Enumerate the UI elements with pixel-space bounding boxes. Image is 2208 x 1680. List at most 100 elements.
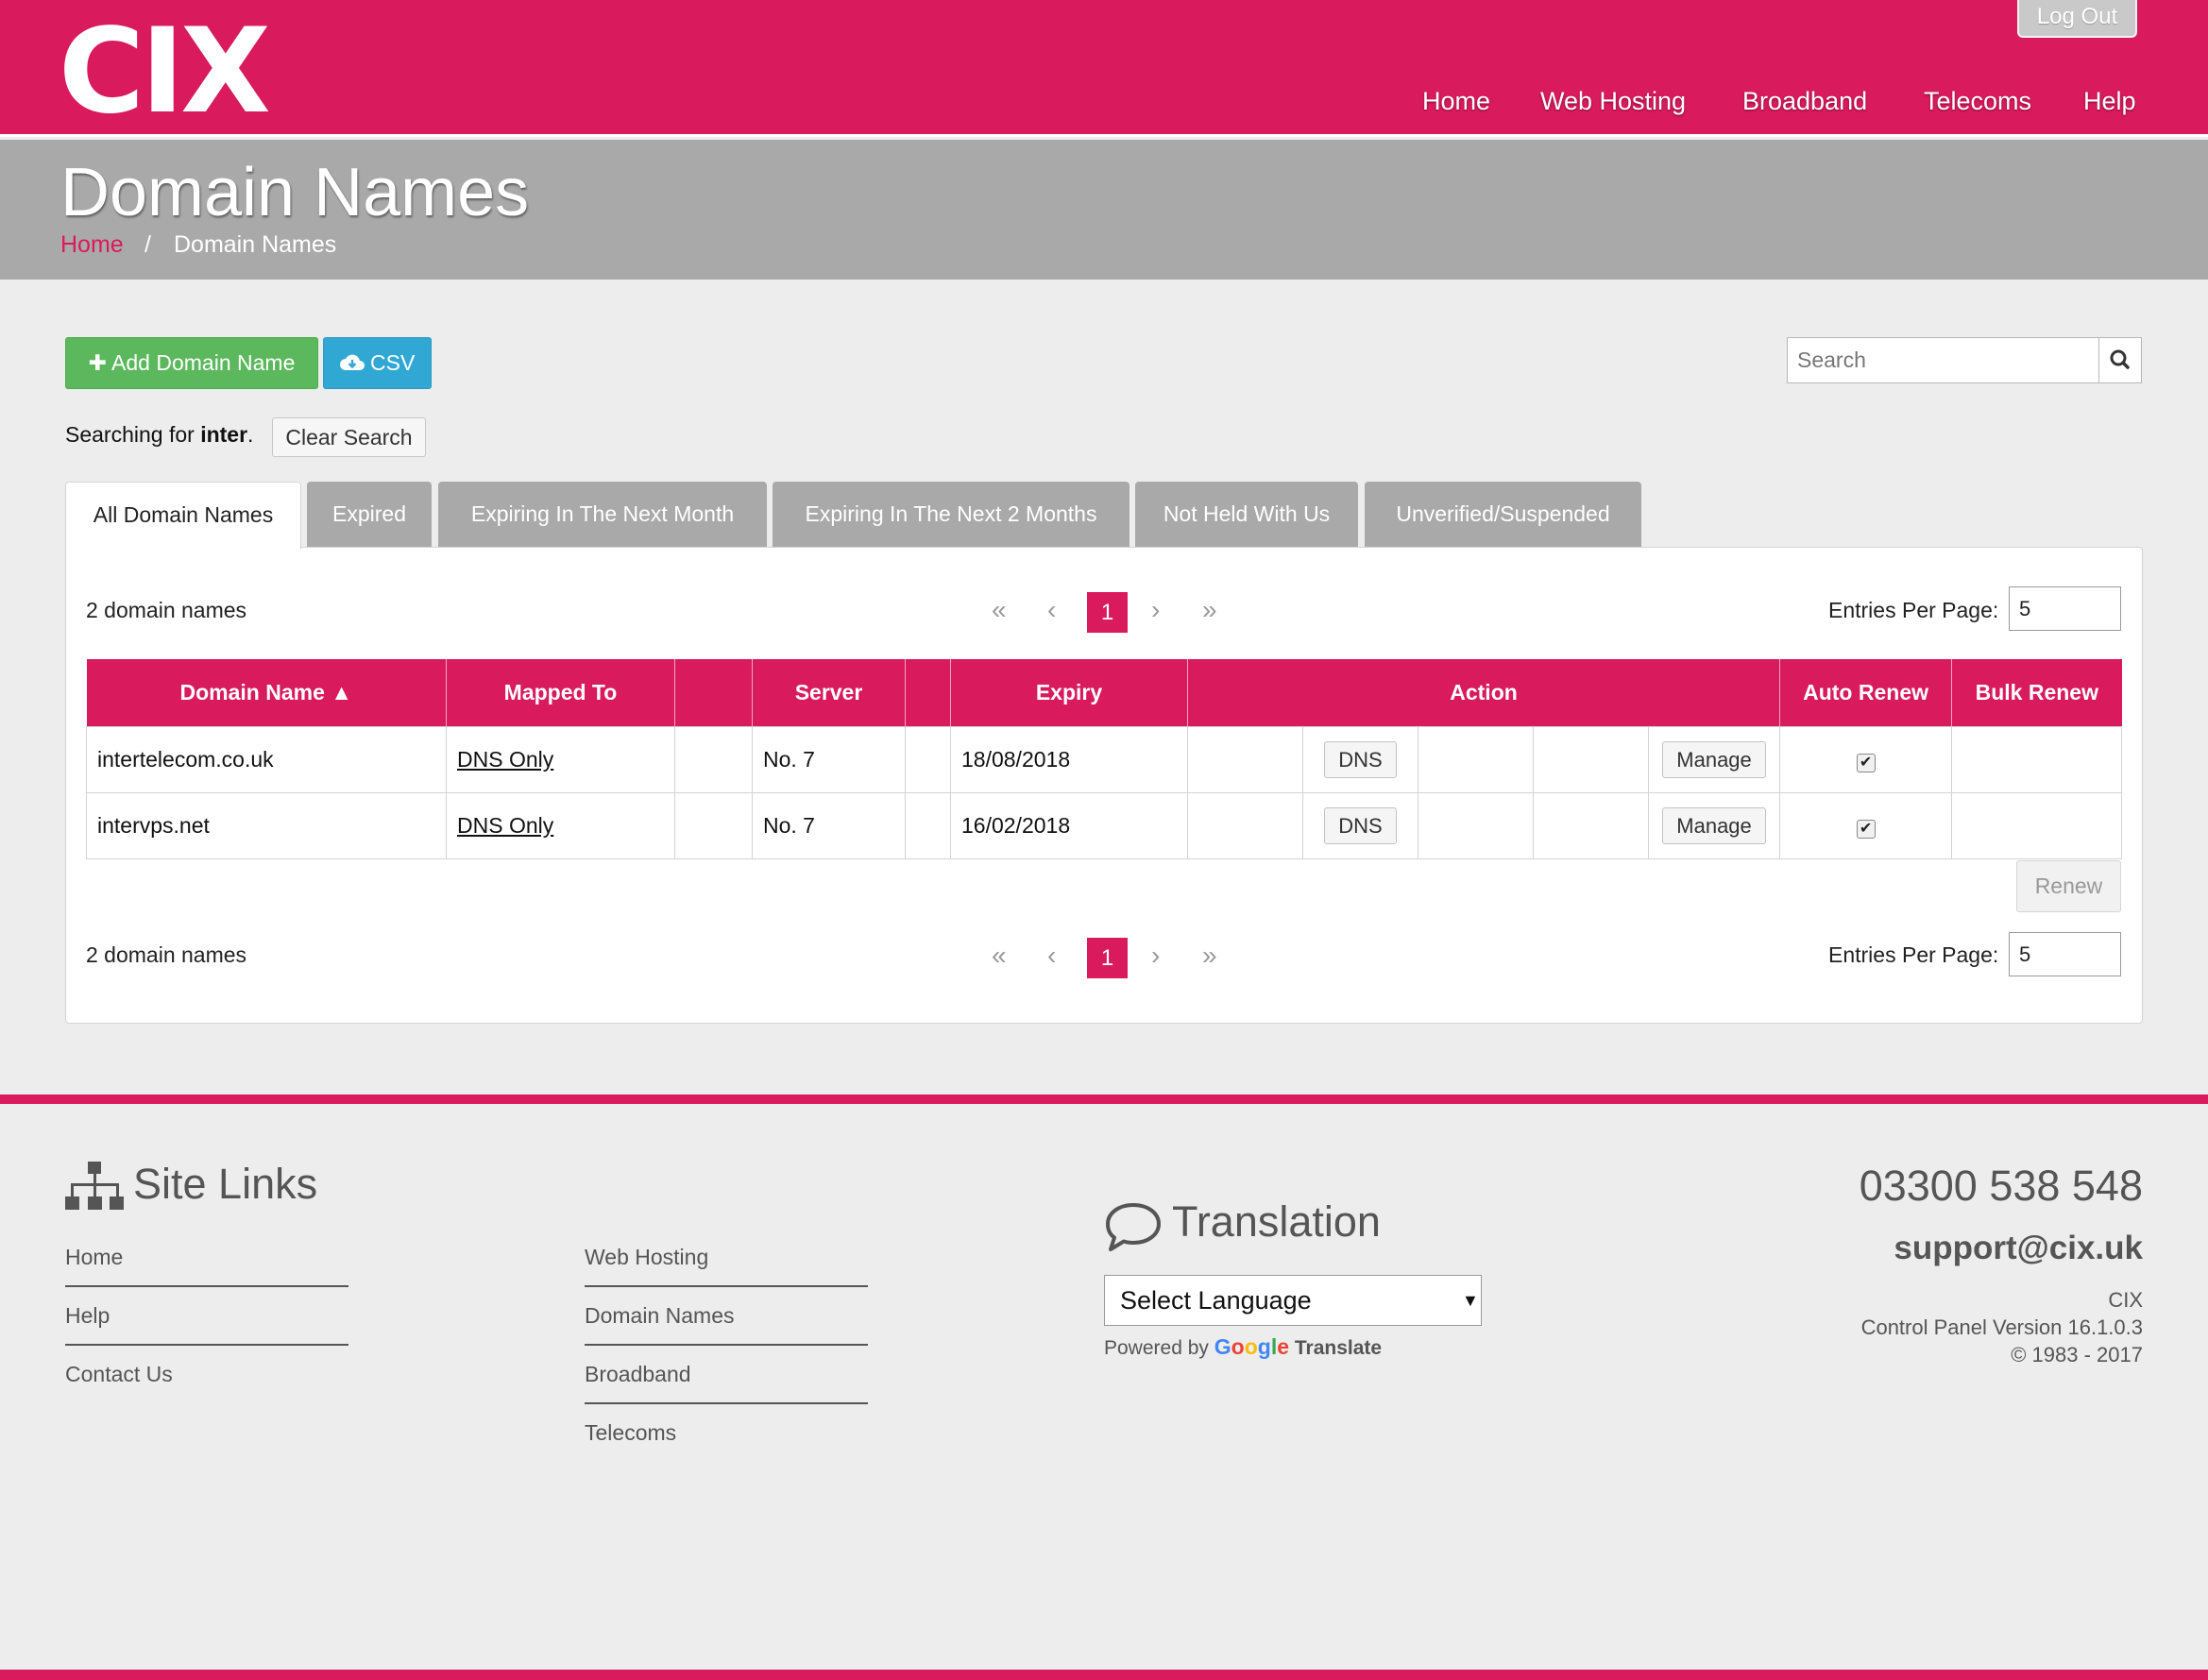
footer-divider (0, 1095, 2208, 1104)
dropdown-arrow-icon: ▼ (1462, 1291, 1479, 1310)
search-term: inter (200, 422, 248, 447)
site-links-title: Site Links (133, 1160, 318, 1208)
domain-count-bottom: 2 domain names (86, 942, 247, 967)
prev-page-icon[interactable]: ‹ (1047, 595, 1056, 625)
server-cell: No. 7 (752, 791, 906, 859)
entries-per-page-input-bottom[interactable] (2009, 932, 2121, 976)
add-domain-label: Add Domain Name (111, 350, 296, 375)
domain-name-cell: intervps.net (86, 791, 447, 859)
footer-bottom-bar (0, 1670, 2208, 1680)
breadcrumb-home[interactable]: Home (60, 231, 124, 259)
powered-by-text: Powered by (1104, 1337, 1209, 1359)
page-number-current-bottom[interactable]: 1 (1087, 938, 1128, 978)
next-page-icon[interactable]: › (1151, 595, 1160, 625)
nav-home[interactable]: Home (1422, 87, 1490, 116)
page-number-current-top[interactable]: 1 (1087, 592, 1128, 633)
csv-label: CSV (370, 350, 416, 375)
entries-per-page-label-bottom: Entries Per Page: (1828, 942, 1999, 967)
manage-button[interactable]: Manage (1662, 740, 1766, 778)
footer-link-divider (585, 1344, 868, 1346)
support-email[interactable]: support@cix.uk (1894, 1230, 2143, 1267)
nav-broadband[interactable]: Broadband (1742, 87, 1867, 116)
search-status-text: Searching for inter. (65, 422, 253, 448)
footer-link-help[interactable]: Help (65, 1303, 110, 1329)
renew-button[interactable]: Renew (2016, 860, 2121, 912)
language-select[interactable]: Select Language (1104, 1275, 1482, 1326)
next-page-icon[interactable]: › (1151, 941, 1160, 971)
support-phone: 03300 538 548 (1859, 1162, 2143, 1210)
mapped-to-link[interactable]: DNS Only (457, 813, 553, 838)
logout-button[interactable]: Log Out (2017, 0, 2137, 38)
search-input[interactable] (1787, 337, 2100, 383)
breadcrumb-separator: / (144, 231, 151, 258)
tab-expiring-next-2-months[interactable]: Expiring In The Next 2 Months (773, 482, 1129, 548)
server-cell: No. 7 (752, 725, 906, 793)
bulk-renew-cell (1951, 725, 2123, 793)
tab-expired[interactable]: Expired (307, 482, 432, 548)
empty-cell (905, 791, 951, 859)
cloud-download-icon (339, 354, 365, 370)
tab-expiring-next-month[interactable]: Expiring In The Next Month (438, 482, 767, 548)
csv-download-button[interactable]: CSV (323, 337, 432, 389)
empty-cell (1418, 791, 1534, 859)
empty-cell (674, 791, 753, 859)
top-header (0, 0, 2208, 137)
search-button[interactable] (2098, 337, 2142, 383)
column-header-action: Action (1187, 659, 1781, 726)
sitemap-icon (65, 1162, 124, 1210)
cix-logo[interactable]: CIX (59, 13, 271, 130)
last-page-icon[interactable]: » (1202, 595, 1217, 625)
column-header-domain-name[interactable]: Domain Name ▲ (86, 659, 447, 726)
tab-unverified-suspended[interactable]: Unverified/Suspended (1365, 482, 1641, 548)
entries-per-page-label-top: Entries Per Page: (1828, 598, 1999, 622)
first-page-icon[interactable]: « (992, 941, 1007, 971)
speech-bubble-icon (1106, 1203, 1161, 1251)
footer-link-broadband[interactable]: Broadband (585, 1362, 691, 1387)
nav-telecoms[interactable]: Telecoms (1924, 87, 2031, 116)
empty-cell (674, 725, 753, 793)
clear-search-button[interactable]: Clear Search (272, 417, 426, 457)
footer-link-divider (585, 1285, 868, 1287)
column-header-expiry: Expiry (950, 659, 1188, 726)
footer-link-divider (585, 1402, 868, 1404)
tab-all-domain-names[interactable]: All Domain Names (65, 482, 301, 550)
table-row: intertelecom.co.uk DNS Only No. 7 18/08/… (86, 725, 2123, 793)
nav-web-hosting[interactable]: Web Hosting (1540, 87, 1686, 116)
sort-ascending-icon: ▲ (331, 679, 353, 704)
entries-per-page-input-top[interactable] (2009, 586, 2121, 631)
dns-button[interactable]: DNS (1324, 740, 1397, 778)
translate-text: Translate (1294, 1337, 1383, 1359)
google-logo: Google (1214, 1334, 1290, 1359)
auto-renew-checkbox[interactable]: ✔ (1856, 819, 1876, 839)
search-status-prefix: Searching for (65, 422, 195, 447)
nav-help[interactable]: Help (2083, 87, 2136, 116)
column-header-server: Server (752, 659, 906, 726)
mapped-to-link[interactable]: DNS Only (457, 747, 553, 772)
first-page-icon[interactable]: « (992, 595, 1007, 625)
page-title: Domain Names (60, 155, 530, 230)
domain-name-cell: intertelecom.co.uk (86, 725, 447, 793)
domain-count-top: 2 domain names (86, 598, 247, 622)
bulk-renew-cell (1951, 791, 2123, 859)
add-domain-button[interactable]: ✚ Add Domain Name (65, 337, 318, 389)
translation-title: Translation (1172, 1197, 1381, 1246)
manage-button[interactable]: Manage (1662, 806, 1766, 844)
column-header-auto-renew: Auto Renew (1779, 659, 1953, 726)
footer-link-domain-names[interactable]: Domain Names (585, 1303, 735, 1329)
domain-table: Domain Name ▲ Mapped To Server Expiry Ac… (86, 659, 2123, 859)
last-page-icon[interactable]: » (1202, 941, 1217, 971)
version-text: Control Panel Version 16.1.0.3 (1860, 1315, 2143, 1339)
dns-button[interactable]: DNS (1324, 806, 1397, 844)
footer-link-home[interactable]: Home (65, 1245, 123, 1270)
empty-cell (905, 725, 951, 793)
expiry-cell: 16/02/2018 (950, 791, 1188, 859)
copyright-text: © 1983 - 2017 (2011, 1343, 2143, 1366)
footer-link-telecoms[interactable]: Telecoms (585, 1420, 676, 1446)
tab-not-held-with-us[interactable]: Not Held With Us (1135, 482, 1358, 548)
prev-page-icon[interactable]: ‹ (1047, 941, 1056, 971)
footer-link-web-hosting[interactable]: Web Hosting (585, 1245, 708, 1270)
footer-link-contact-us[interactable]: Contact Us (65, 1362, 173, 1387)
table-row: intervps.net DNS Only No. 7 16/02/2018 D… (86, 791, 2123, 859)
empty-cell (1533, 725, 1649, 793)
auto-renew-checkbox[interactable]: ✔ (1856, 753, 1876, 772)
